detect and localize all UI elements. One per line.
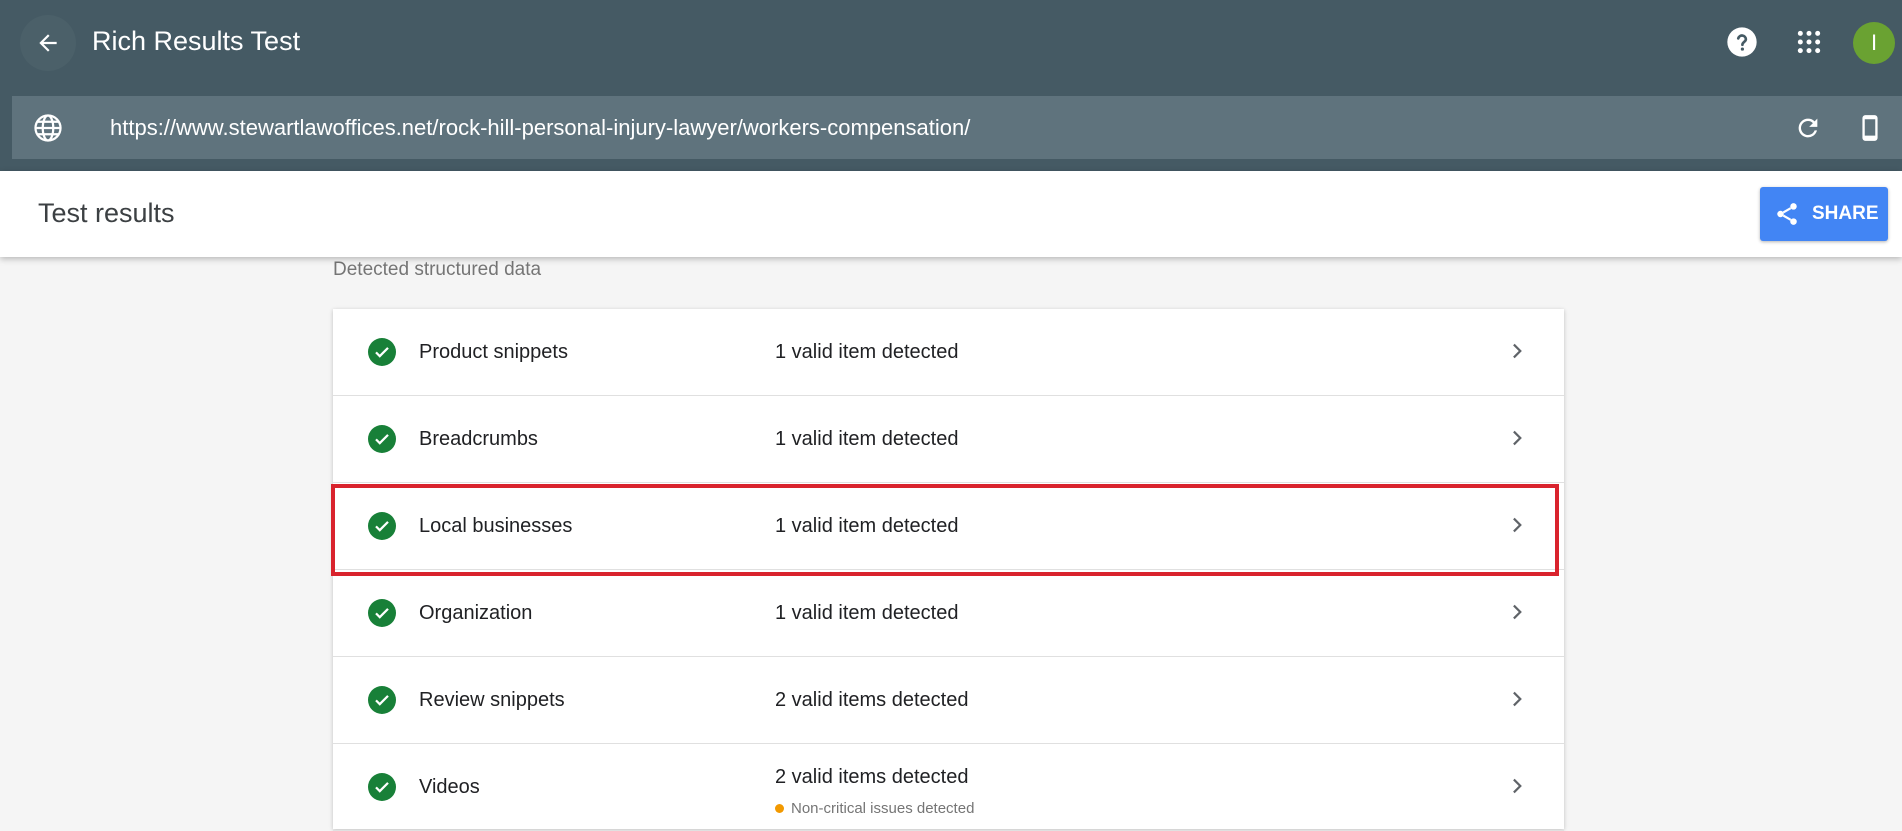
smartphone-icon bbox=[1862, 115, 1878, 141]
check-circle-icon bbox=[368, 425, 396, 453]
app-bar-top-row: Rich Results Test I bbox=[0, 0, 1902, 82]
app-title: Rich Results Test bbox=[92, 26, 301, 56]
device-button[interactable] bbox=[1852, 110, 1888, 146]
back-button[interactable] bbox=[20, 15, 76, 71]
globe-icon bbox=[32, 112, 64, 144]
result-status: 2 valid items detected bbox=[775, 766, 969, 788]
result-name: Local businesses bbox=[419, 515, 573, 537]
check-circle-icon bbox=[368, 338, 396, 366]
avatar[interactable]: I bbox=[1853, 22, 1895, 64]
help-icon bbox=[1727, 27, 1757, 57]
refresh-icon bbox=[1798, 118, 1818, 138]
result-row-videos[interactable]: Videos 2 valid items detected Non-critic… bbox=[333, 744, 1564, 831]
apps-grid-icon bbox=[1797, 30, 1821, 54]
page-title: Test results bbox=[38, 198, 175, 228]
help-button[interactable] bbox=[1724, 24, 1760, 60]
warning-dot-icon bbox=[775, 804, 784, 813]
result-status: 1 valid item detected bbox=[775, 428, 959, 450]
result-row-local-businesses[interactable]: Local businesses 1 valid item detected bbox=[333, 483, 1564, 570]
check-circle-icon bbox=[368, 773, 396, 801]
apps-button[interactable] bbox=[1791, 24, 1827, 60]
app-bar: Rich Results Test I bbox=[0, 0, 1902, 171]
results-header: Test results SHARE bbox=[0, 171, 1902, 257]
refresh-button[interactable] bbox=[1790, 110, 1826, 146]
check-circle-icon bbox=[368, 686, 396, 714]
chevron-right-icon bbox=[1505, 513, 1529, 537]
arrow-back-icon bbox=[39, 34, 57, 52]
warning-note: Non-critical issues detected bbox=[775, 800, 974, 817]
share-button[interactable]: SHARE bbox=[1760, 187, 1888, 241]
result-name: Review snippets bbox=[419, 689, 565, 711]
section-label: Detected structured data bbox=[333, 259, 542, 280]
result-row-review-snippets[interactable]: Review snippets 2 valid items detected bbox=[333, 657, 1564, 744]
result-row-breadcrumbs[interactable]: Breadcrumbs 1 valid item detected bbox=[333, 396, 1564, 483]
check-circle-icon bbox=[368, 599, 396, 627]
result-name: Organization bbox=[419, 602, 533, 624]
warning-text: Non-critical issues detected bbox=[791, 800, 975, 817]
share-icon bbox=[1777, 203, 1797, 225]
url-input[interactable] bbox=[108, 108, 1688, 148]
chevron-right-icon bbox=[1505, 600, 1529, 624]
check-circle-icon bbox=[368, 512, 396, 540]
result-status: 2 valid items detected bbox=[775, 689, 969, 711]
results-card: Product snippets 1 valid item detected B… bbox=[333, 309, 1564, 831]
result-status: 1 valid item detected bbox=[775, 602, 959, 624]
chevron-right-icon bbox=[1505, 687, 1529, 711]
result-name: Videos bbox=[419, 776, 480, 798]
chevron-right-icon bbox=[1505, 774, 1529, 798]
result-status: 1 valid item detected bbox=[775, 515, 959, 537]
url-bar bbox=[12, 96, 1902, 159]
result-name: Breadcrumbs bbox=[419, 428, 538, 450]
result-row-product-snippets[interactable]: Product snippets 1 valid item detected bbox=[333, 309, 1564, 396]
result-name: Product snippets bbox=[419, 341, 568, 363]
chevron-right-icon bbox=[1505, 339, 1529, 363]
chevron-right-icon bbox=[1505, 426, 1529, 450]
result-row-organization[interactable]: Organization 1 valid item detected bbox=[333, 570, 1564, 657]
result-status: 1 valid item detected bbox=[775, 341, 959, 363]
share-label: SHARE bbox=[1812, 203, 1879, 224]
